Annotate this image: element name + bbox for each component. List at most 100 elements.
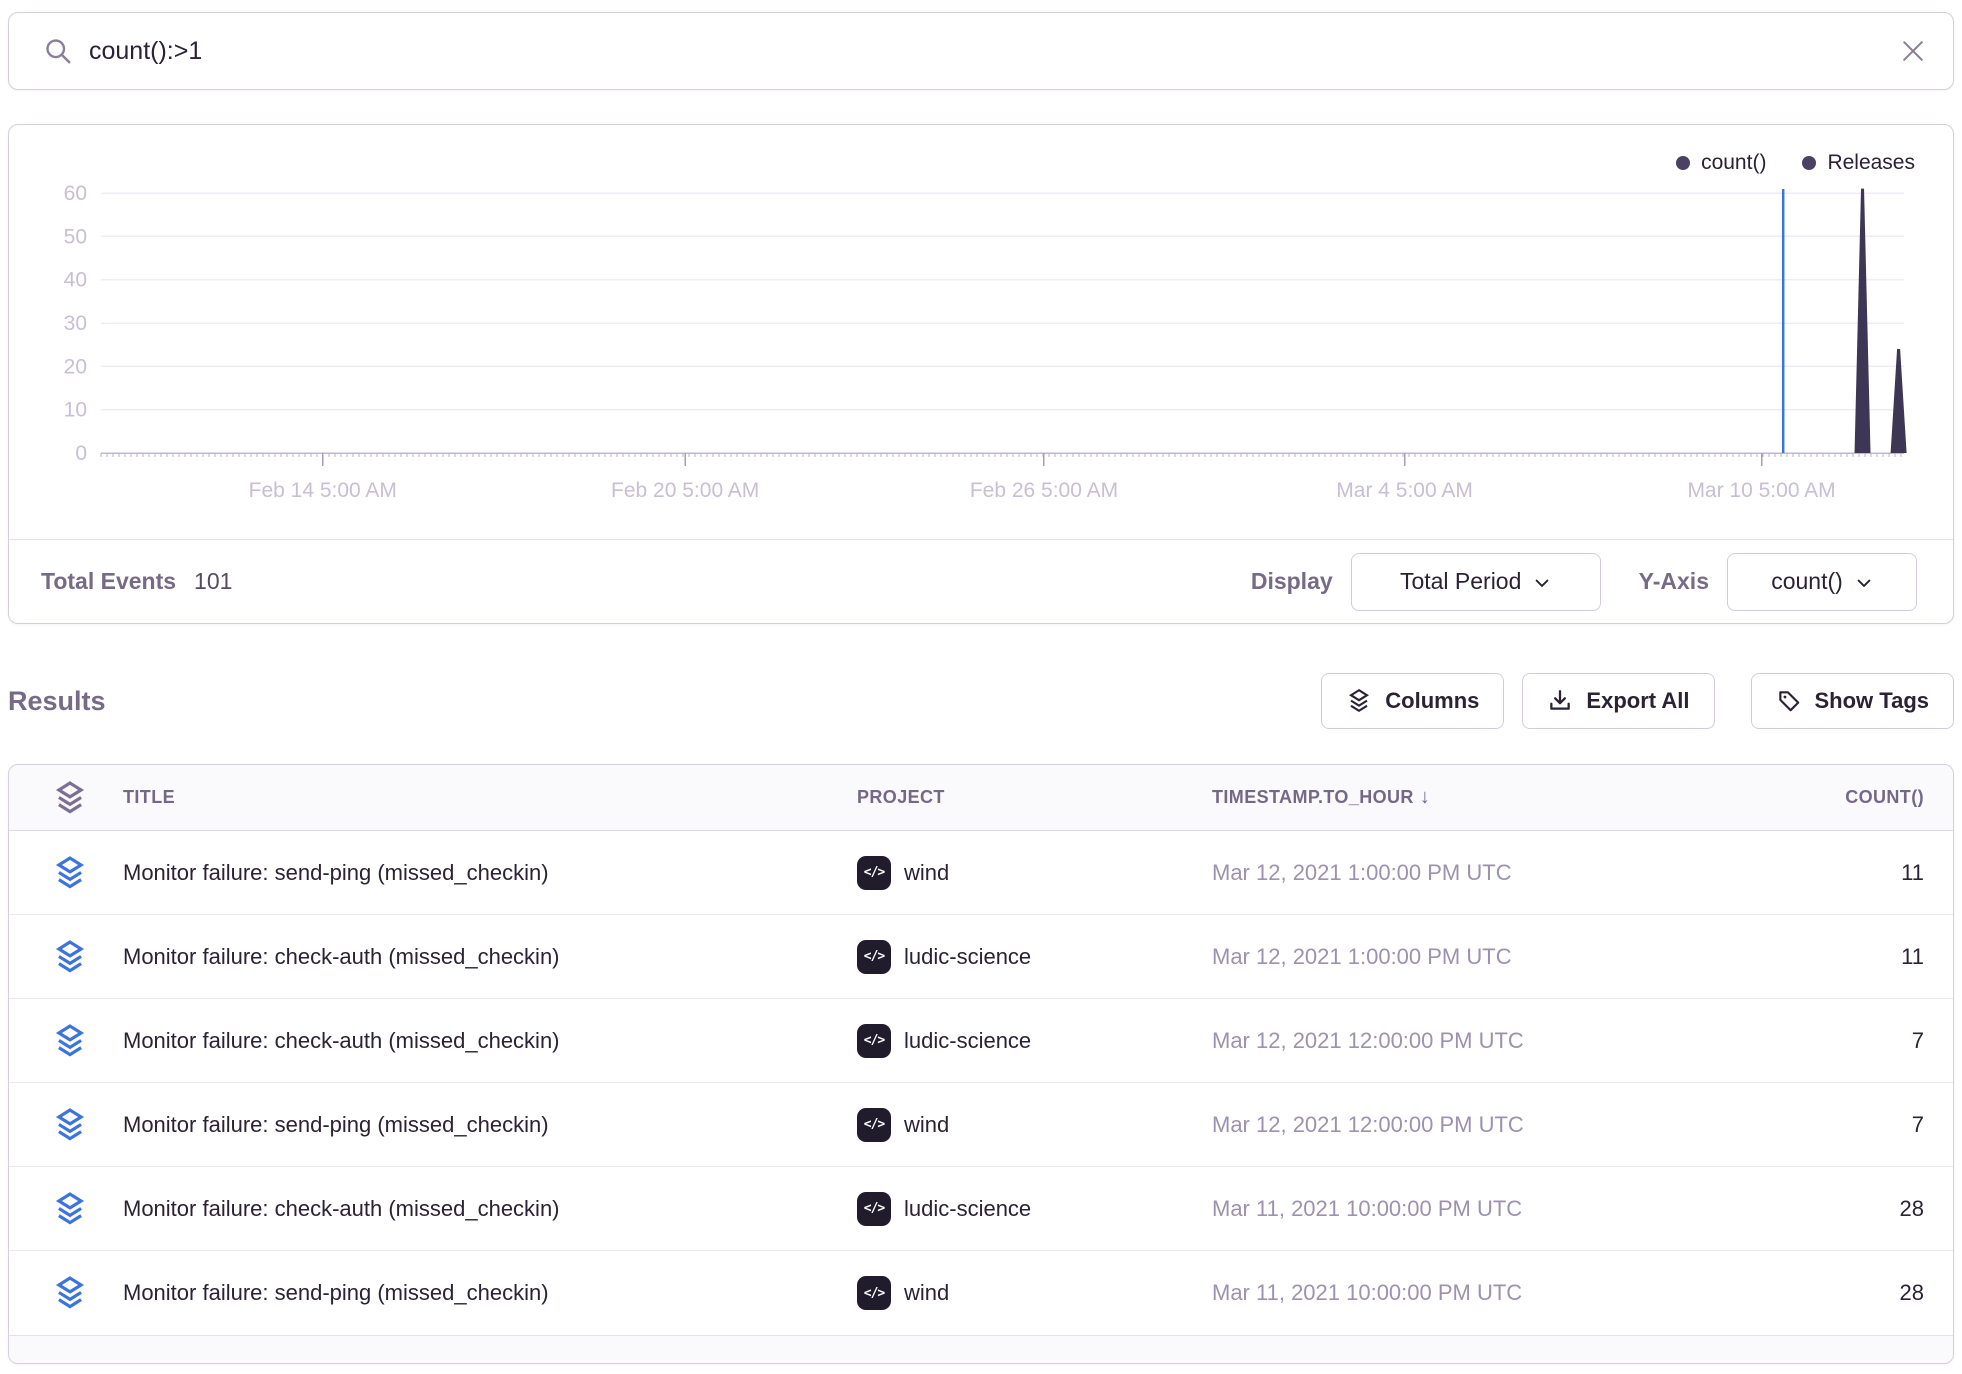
table-row[interactable]: Monitor failure: send-ping (missed_check… [9, 831, 1953, 915]
table-footer [9, 1335, 1953, 1364]
row-timestamp: Mar 11, 2021 10:00:00 PM UTC [1212, 1280, 1732, 1306]
svg-text:60: 60 [64, 182, 87, 205]
row-timestamp: Mar 12, 2021 1:00:00 PM UTC [1212, 944, 1732, 970]
export-all-button-label: Export All [1586, 688, 1689, 714]
row-title: Monitor failure: send-ping (missed_check… [115, 1280, 849, 1306]
columns-button[interactable]: Columns [1321, 673, 1504, 729]
project-platform-icon: </> [857, 1192, 891, 1226]
total-events-value: 101 [194, 568, 232, 595]
table-body: Monitor failure: send-ping (missed_check… [9, 831, 1953, 1335]
stacked-layers-icon [53, 1191, 87, 1227]
row-title: Monitor failure: send-ping (missed_check… [115, 860, 849, 886]
row-timestamp: Mar 11, 2021 10:00:00 PM UTC [1212, 1196, 1732, 1222]
total-events-label: Total Events [41, 568, 176, 595]
table-row[interactable]: Monitor failure: check-auth (missed_chec… [9, 999, 1953, 1083]
display-label: Display [1251, 568, 1333, 595]
display-select[interactable]: Total Period [1351, 553, 1601, 611]
legend-label-releases: Releases [1827, 151, 1915, 175]
row-stack-button[interactable] [9, 939, 115, 975]
legend-item-count[interactable]: count() [1676, 151, 1766, 175]
svg-text:30: 30 [64, 312, 87, 335]
show-tags-button-label: Show Tags [1815, 688, 1930, 714]
row-project: </> wind [849, 1276, 1212, 1310]
sort-desc-icon: ↓ [1420, 786, 1430, 808]
close-icon[interactable] [1899, 37, 1927, 65]
download-icon [1547, 688, 1573, 714]
row-stack-button[interactable] [9, 1023, 115, 1059]
row-project: </> ludic-science [849, 940, 1212, 974]
svg-text:Feb 26 5:00 AM: Feb 26 5:00 AM [970, 479, 1118, 502]
chart-legend: count() Releases [1676, 151, 1915, 175]
stacked-layers-icon [53, 939, 87, 975]
svg-text:Feb 20 5:00 AM: Feb 20 5:00 AM [611, 479, 759, 502]
svg-text:0: 0 [75, 442, 87, 465]
row-count: 7 [1732, 1112, 1953, 1138]
stacked-layers-icon [53, 1023, 87, 1059]
results-table: TITLE PROJECT TIMESTAMP.TO_HOUR ↓ COUNT()… [8, 764, 1954, 1364]
row-count: 11 [1732, 944, 1953, 970]
row-stack-button[interactable] [9, 1191, 115, 1227]
row-count: 28 [1732, 1196, 1953, 1222]
project-platform-icon: </> [857, 1024, 891, 1058]
column-header-count[interactable]: COUNT() [1732, 787, 1953, 808]
row-count: 11 [1732, 860, 1953, 886]
row-project: </> ludic-science [849, 1192, 1212, 1226]
column-header-timestamp-label: TIMESTAMP.TO_HOUR [1212, 787, 1414, 807]
project-name: ludic-science [904, 1196, 1031, 1222]
table-row[interactable]: Monitor failure: send-ping (missed_check… [9, 1083, 1953, 1167]
row-stack-button[interactable] [9, 1275, 115, 1311]
project-name: wind [904, 1112, 949, 1138]
search-bar [8, 12, 1954, 90]
project-name: ludic-science [904, 1028, 1031, 1054]
column-header-timestamp[interactable]: TIMESTAMP.TO_HOUR ↓ [1212, 786, 1732, 809]
svg-text:50: 50 [64, 225, 87, 248]
row-timestamp: Mar 12, 2021 12:00:00 PM UTC [1212, 1028, 1732, 1054]
svg-text:20: 20 [64, 355, 87, 378]
export-all-button[interactable]: Export All [1522, 673, 1714, 729]
layers-icon [1346, 688, 1372, 714]
row-title: Monitor failure: check-auth (missed_chec… [115, 944, 849, 970]
legend-item-releases[interactable]: Releases [1802, 151, 1915, 175]
search-icon [43, 36, 73, 66]
columns-button-label: Columns [1385, 688, 1479, 714]
row-title: Monitor failure: send-ping (missed_check… [115, 1112, 849, 1138]
column-header-project[interactable]: PROJECT [849, 787, 1212, 808]
stacked-layers-icon [53, 1275, 87, 1311]
svg-text:Mar 4 5:00 AM: Mar 4 5:00 AM [1336, 479, 1473, 502]
events-chart-panel: count() Releases 0102030405060Feb 14 5:0… [8, 124, 1954, 624]
header-stack-icon [9, 780, 115, 816]
table-row[interactable]: Monitor failure: send-ping (missed_check… [9, 1251, 1953, 1335]
results-heading: Results [8, 686, 106, 717]
table-header-row: TITLE PROJECT TIMESTAMP.TO_HOUR ↓ COUNT() [9, 765, 1953, 831]
project-name: ludic-science [904, 944, 1031, 970]
row-title: Monitor failure: check-auth (missed_chec… [115, 1196, 849, 1222]
stacked-layers-icon [53, 1107, 87, 1143]
row-count: 28 [1732, 1280, 1953, 1306]
project-platform-icon: </> [857, 856, 891, 890]
discover-page: count() Releases 0102030405060Feb 14 5:0… [0, 0, 1962, 1374]
show-tags-button[interactable]: Show Tags [1751, 673, 1955, 729]
tag-icon [1776, 688, 1802, 714]
row-project: </> wind [849, 856, 1212, 890]
row-timestamp: Mar 12, 2021 1:00:00 PM UTC [1212, 860, 1732, 886]
row-stack-button[interactable] [9, 855, 115, 891]
table-row[interactable]: Monitor failure: check-auth (missed_chec… [9, 915, 1953, 999]
svg-text:40: 40 [64, 269, 87, 292]
chart-summary-bar: Total Events 101 Display Total Period Y-… [9, 539, 1953, 623]
y-axis-select[interactable]: count() [1727, 553, 1917, 611]
row-stack-button[interactable] [9, 1107, 115, 1143]
chevron-down-icon [1533, 574, 1551, 592]
project-name: wind [904, 860, 949, 886]
svg-text:Mar 10 5:00 AM: Mar 10 5:00 AM [1687, 479, 1835, 502]
row-title: Monitor failure: check-auth (missed_chec… [115, 1028, 849, 1054]
row-timestamp: Mar 12, 2021 12:00:00 PM UTC [1212, 1112, 1732, 1138]
legend-dot-releases-icon [1802, 156, 1816, 170]
table-row[interactable]: Monitor failure: check-auth (missed_chec… [9, 1167, 1953, 1251]
legend-dot-count-icon [1676, 156, 1690, 170]
column-header-title[interactable]: TITLE [115, 787, 849, 808]
search-input[interactable] [89, 37, 1899, 66]
project-platform-icon: </> [857, 940, 891, 974]
results-toolbar: Results Columns Export All Show Tags [8, 668, 1954, 734]
legend-label-count: count() [1701, 151, 1766, 175]
svg-text:Feb 14 5:00 AM: Feb 14 5:00 AM [249, 479, 397, 502]
